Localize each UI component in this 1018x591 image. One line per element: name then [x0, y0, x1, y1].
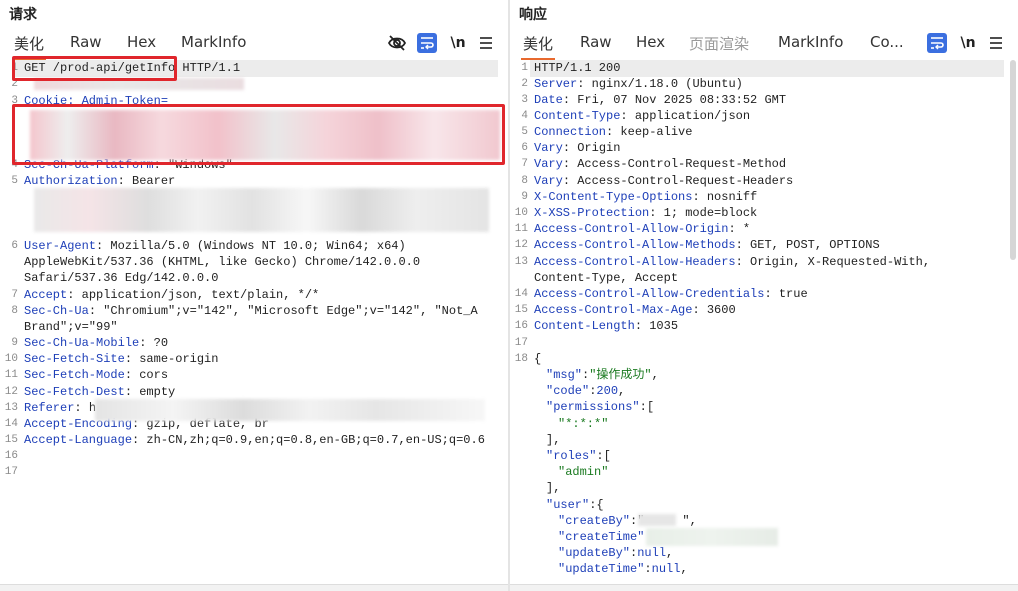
- wrap-icon[interactable]: [927, 33, 947, 53]
- response-line: 1 HTTP/1.1 200: [521, 61, 621, 75]
- tab-markinfo[interactable]: MarkInfo: [181, 33, 246, 51]
- wrap-icon[interactable]: [417, 33, 437, 53]
- request-line: 7 Accept: application/json, text/plain, *…: [11, 288, 320, 302]
- response-line: 10 X-XSS-Protection: 1; mode=block: [514, 206, 758, 220]
- response-editor[interactable]: 1 HTTP/1.1 200 2 Server: nginx/1.18.0 (Ubu…: [510, 59, 1018, 585]
- request-line: 8 Sec-Ch-Ua: "Chromium";v="142", "Microso…: [11, 304, 478, 318]
- response-line: 9 X-Content-Type-Options: nosniff: [521, 190, 758, 204]
- request-line: Brand";v="99": [24, 320, 118, 334]
- json-line: ],: [546, 433, 561, 447]
- response-line: 16 Content-Length: 1035: [514, 319, 679, 333]
- json-line: "admin": [558, 465, 609, 479]
- newline-toggle[interactable]: \n: [960, 33, 976, 53]
- json-line: "roles":[: [546, 449, 611, 463]
- response-line: 7 Vary: Access-Control-Request-Method: [521, 157, 787, 171]
- response-line: 4 Content-Type: application/json: [521, 109, 751, 123]
- response-line: Content-Type, Accept: [534, 271, 679, 285]
- response-line: 3 Date: Fri, 07 Nov 2025 08:33:52 GMT: [521, 93, 787, 107]
- redacted-area: [646, 528, 778, 546]
- json-line: "updateTime":null,: [558, 562, 688, 576]
- json-line: "msg":"操作成功",: [546, 368, 659, 382]
- tab-beautify[interactable]: 美化: [520, 33, 556, 60]
- request-pane: 请求 美化 Raw Hex MarkInfo \n 1 GET /prod-api…: [0, 0, 508, 591]
- eye-slash-icon[interactable]: [386, 33, 408, 53]
- tab-markinfo[interactable]: MarkInfo: [778, 33, 843, 51]
- request-line: 17: [4, 466, 18, 478]
- response-title: 响应: [519, 7, 547, 23]
- response-line: 17: [514, 337, 528, 349]
- response-line: 2 Server: nginx/1.18.0 (Ubuntu): [521, 77, 743, 91]
- response-pane: 响应 美化 Raw Hex 页面渲染 MarkInfo Co... \n 1 HT…: [510, 0, 1018, 591]
- tab-raw[interactable]: Raw: [70, 33, 102, 51]
- tab-hex[interactable]: Hex: [127, 33, 156, 51]
- request-line: 11 Sec-Fetch-Mode: cors: [4, 368, 169, 382]
- response-line: 12 Access-Control-Allow-Methods: GET, POS…: [514, 238, 880, 252]
- request-line: 10 Sec-Fetch-Site: same-origin: [4, 352, 219, 366]
- response-line: 18{: [514, 352, 542, 366]
- tab-beautify[interactable]: 美化: [11, 33, 47, 60]
- tab-hex[interactable]: Hex: [636, 33, 665, 51]
- response-line: 13 Access-Control-Allow-Headers: Origin, …: [514, 255, 931, 269]
- json-line: ],: [546, 481, 561, 495]
- json-line: "permissions":[: [546, 400, 655, 414]
- json-line: "*:*:*": [558, 417, 609, 431]
- request-line: 12 Sec-Fetch-Dest: empty: [4, 385, 176, 399]
- tab-more[interactable]: Co...: [870, 33, 904, 51]
- redacted-area: [638, 514, 676, 526]
- tab-page-render[interactable]: 页面渲染: [689, 33, 749, 54]
- response-line: 8 Vary: Access-Control-Request-Headers: [521, 174, 794, 188]
- response-line: 6 Vary: Origin: [521, 141, 621, 155]
- response-status-bar: [510, 584, 1018, 591]
- tab-raw[interactable]: Raw: [580, 33, 612, 51]
- newline-toggle[interactable]: \n: [450, 33, 466, 53]
- json-line: "user":{: [546, 498, 604, 512]
- request-line: 6 User-Agent: Mozilla/5.0 (Windows NT 10.…: [11, 239, 406, 253]
- response-line: 11 Access-Control-Allow-Origin: *: [514, 222, 751, 236]
- request-line: AppleWebKit/537.36 (KHTML, like Gecko) C…: [24, 255, 421, 269]
- request-line: 9 Sec-Ch-Ua-Mobile: ?0: [11, 336, 169, 350]
- request-title: 请求: [9, 7, 37, 23]
- redacted-area: [95, 399, 485, 421]
- redacted-area: [34, 188, 489, 232]
- request-line: 16: [4, 450, 18, 462]
- request-line: Safari/537.36 Edg/142.0.0.0: [24, 271, 219, 285]
- json-line: "createBy":"",: [558, 514, 697, 528]
- menu-icon[interactable]: [478, 33, 494, 53]
- request-line: 5 Authorization: Bearer: [11, 174, 176, 188]
- json-line: "code":200,: [546, 384, 626, 398]
- highlight-box: [12, 104, 505, 165]
- response-line: 5 Connection: keep-alive: [521, 125, 693, 139]
- menu-icon[interactable]: [988, 33, 1004, 53]
- response-line: 15 Access-Control-Max-Age: 3600: [514, 303, 736, 317]
- highlight-box: [12, 56, 177, 81]
- request-status-bar: [0, 584, 508, 591]
- request-line: 15 Accept-Language: zh-CN,zh;q=0.9,en;q=0…: [4, 433, 485, 447]
- response-line: 14 Access-Control-Allow-Credentials: true: [514, 287, 808, 301]
- json-line: "updateBy":null,: [558, 546, 674, 560]
